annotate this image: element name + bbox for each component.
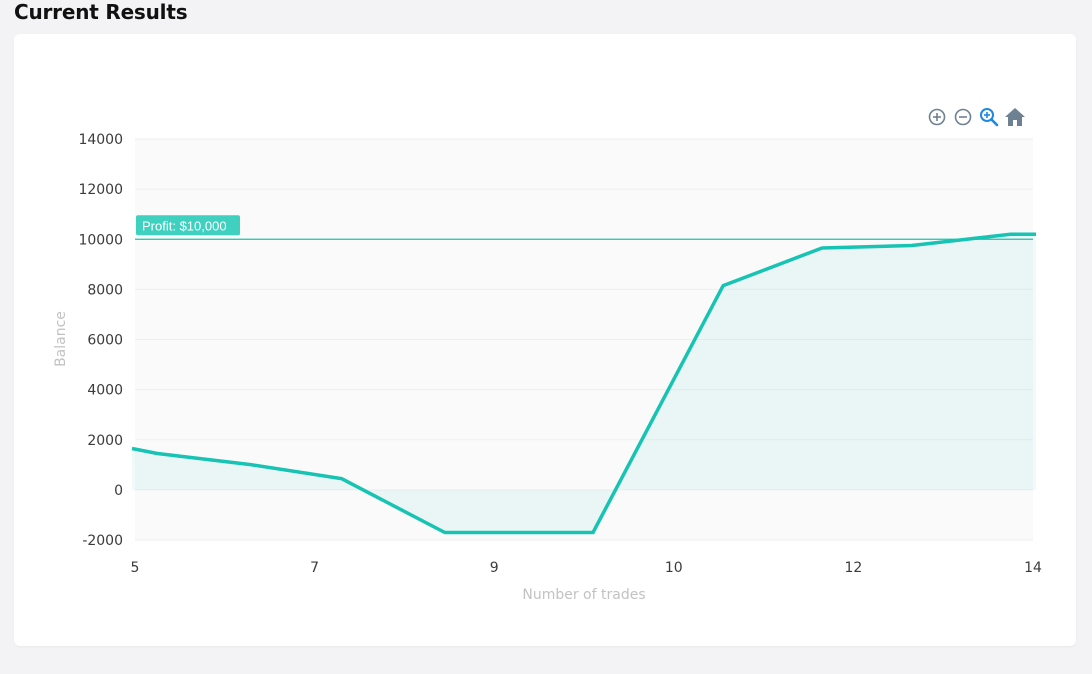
y-tick-label: 10000: [78, 232, 123, 248]
profit-label: Profit: $10,000: [142, 218, 227, 233]
x-tick-label: 10: [665, 560, 683, 576]
x-tick-label: 9: [490, 560, 499, 576]
y-tick-label: 6000: [87, 333, 123, 349]
x-tick-label: 14: [1024, 560, 1042, 576]
y-tick-label: 2000: [87, 433, 123, 449]
y-tick-label: 12000: [78, 182, 123, 198]
y-tick-label: 0: [114, 483, 123, 499]
y-axis-title: Balance: [53, 311, 69, 367]
balance-chart: Profit: $10,000 14000 12000 10000 8000 6000 4…: [53, 132, 1042, 603]
home-icon: [1005, 108, 1025, 126]
y-tick-label: 4000: [87, 383, 123, 399]
y-axis-ticks: 14000 12000 10000 8000 6000 4000 2000 0 -2000: [78, 132, 123, 549]
profit-annotation: Profit: $10,000: [136, 215, 240, 236]
y-tick-label: 8000: [87, 282, 123, 298]
magnifier-zoom-icon: [980, 108, 999, 127]
reset-zoom-button[interactable]: [1004, 106, 1026, 128]
zoom-out-icon: [954, 108, 972, 126]
zoom-out-button[interactable]: [952, 106, 974, 128]
y-tick-label: 14000: [78, 132, 123, 148]
y-tick-label: -2000: [82, 533, 123, 549]
chart-toolbar: [926, 106, 1026, 128]
zoom-select-button[interactable]: [978, 106, 1000, 128]
x-tick-label: 5: [131, 560, 140, 576]
x-tick-label: 7: [310, 560, 319, 576]
zoom-in-icon: [928, 108, 946, 126]
x-axis-title: Number of trades: [522, 587, 645, 603]
x-axis-ticks: 5 7 9 10 12 14: [131, 560, 1042, 576]
zoom-in-button[interactable]: [926, 106, 948, 128]
x-tick-label: 12: [844, 560, 862, 576]
